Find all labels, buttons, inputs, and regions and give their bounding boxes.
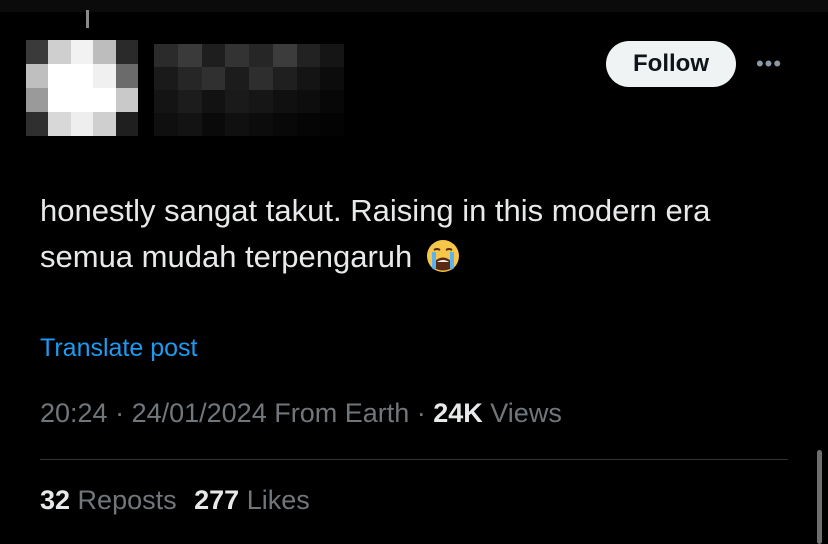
name-pixel [249,67,273,90]
likes-stat[interactable]: 277 Likes [194,485,310,515]
scrollbar-thumb[interactable] [817,450,822,544]
meta-separator: · [409,398,434,428]
avatar-pixel [115,40,138,64]
views-count[interactable]: 24K [433,398,483,428]
name-pixel [154,90,178,113]
name-pixel [225,90,249,113]
name-pixel [296,90,321,113]
name-pixel [201,113,226,136]
name-pixel [296,67,321,90]
views-label[interactable]: Views [483,398,562,428]
meta-separator: · [107,398,132,428]
name-pixel [177,67,202,90]
avatar-pixel [115,88,138,112]
name-pixel [249,113,273,136]
avatar-pixel [93,40,116,64]
name-pixel [272,44,297,67]
name-pixel [201,90,226,113]
avatar-pixel [93,88,116,112]
name-pixel [225,113,249,136]
divider [40,459,788,460]
likes-count: 277 [194,485,240,515]
name-pixel [296,113,321,136]
avatar-pixel [93,112,116,136]
avatar-pixel [26,64,49,88]
name-pixel [225,67,249,90]
name-pixel [320,113,344,136]
follow-button[interactable]: Follow [606,41,736,87]
name-pixel [272,90,297,113]
avatar-pixel [48,88,71,112]
avatar-pixel [26,40,49,64]
translate-post-link[interactable]: Translate post [40,334,197,363]
post-date[interactable]: 24/01/2024 [132,398,267,428]
post-text: honestly sangat takut. Raising in this m… [40,188,780,280]
avatar-pixel [93,64,116,88]
name-pixel [272,113,297,136]
name-pixel [154,44,178,67]
name-pixel [177,44,202,67]
name-pixel [154,67,178,90]
name-pixel [249,44,273,67]
name-pixel [154,113,178,136]
name-pixel [225,44,249,67]
name-pixel [272,67,297,90]
avatar-pixel [26,112,49,136]
avatar-pixel [115,112,138,136]
status-tick [86,10,89,28]
post-metadata: 20:24 · 24/01/2024 From Earth · 24K View… [40,398,562,429]
avatar-pixel [48,112,71,136]
name-pixel [201,67,226,90]
avatar-pixel [70,40,94,64]
engagement-stats: 32 Reposts 277 Likes [40,485,320,516]
name-pixel [177,113,202,136]
top-strip [0,0,828,12]
reposts-label: Reposts [70,485,177,515]
avatar-pixel [70,112,94,136]
post-time[interactable]: 20:24 [40,398,108,428]
avatar-pixel [70,88,94,112]
avatar[interactable] [26,40,138,136]
avatar-pixel [115,64,138,88]
author-name-blurred[interactable] [154,44,344,136]
name-pixel [296,44,321,67]
post-source: From Earth [266,398,410,428]
avatar-pixel [48,40,71,64]
post-body: honestly sangat takut. Raising in this m… [40,193,711,274]
more-options-icon[interactable]: ••• [752,51,786,76]
name-pixel [320,44,344,67]
avatar-pixel [48,64,71,88]
name-pixel [320,67,344,90]
reposts-count: 32 [40,485,71,515]
loudly-crying-face-icon [426,240,459,272]
reposts-stat[interactable]: 32 Reposts [40,485,177,515]
likes-label: Likes [239,485,310,515]
name-pixel [177,90,202,113]
name-pixel [249,90,273,113]
avatar-pixel [70,64,94,88]
name-pixel [201,44,226,67]
avatar-pixel [26,88,49,112]
name-pixel [320,90,344,113]
